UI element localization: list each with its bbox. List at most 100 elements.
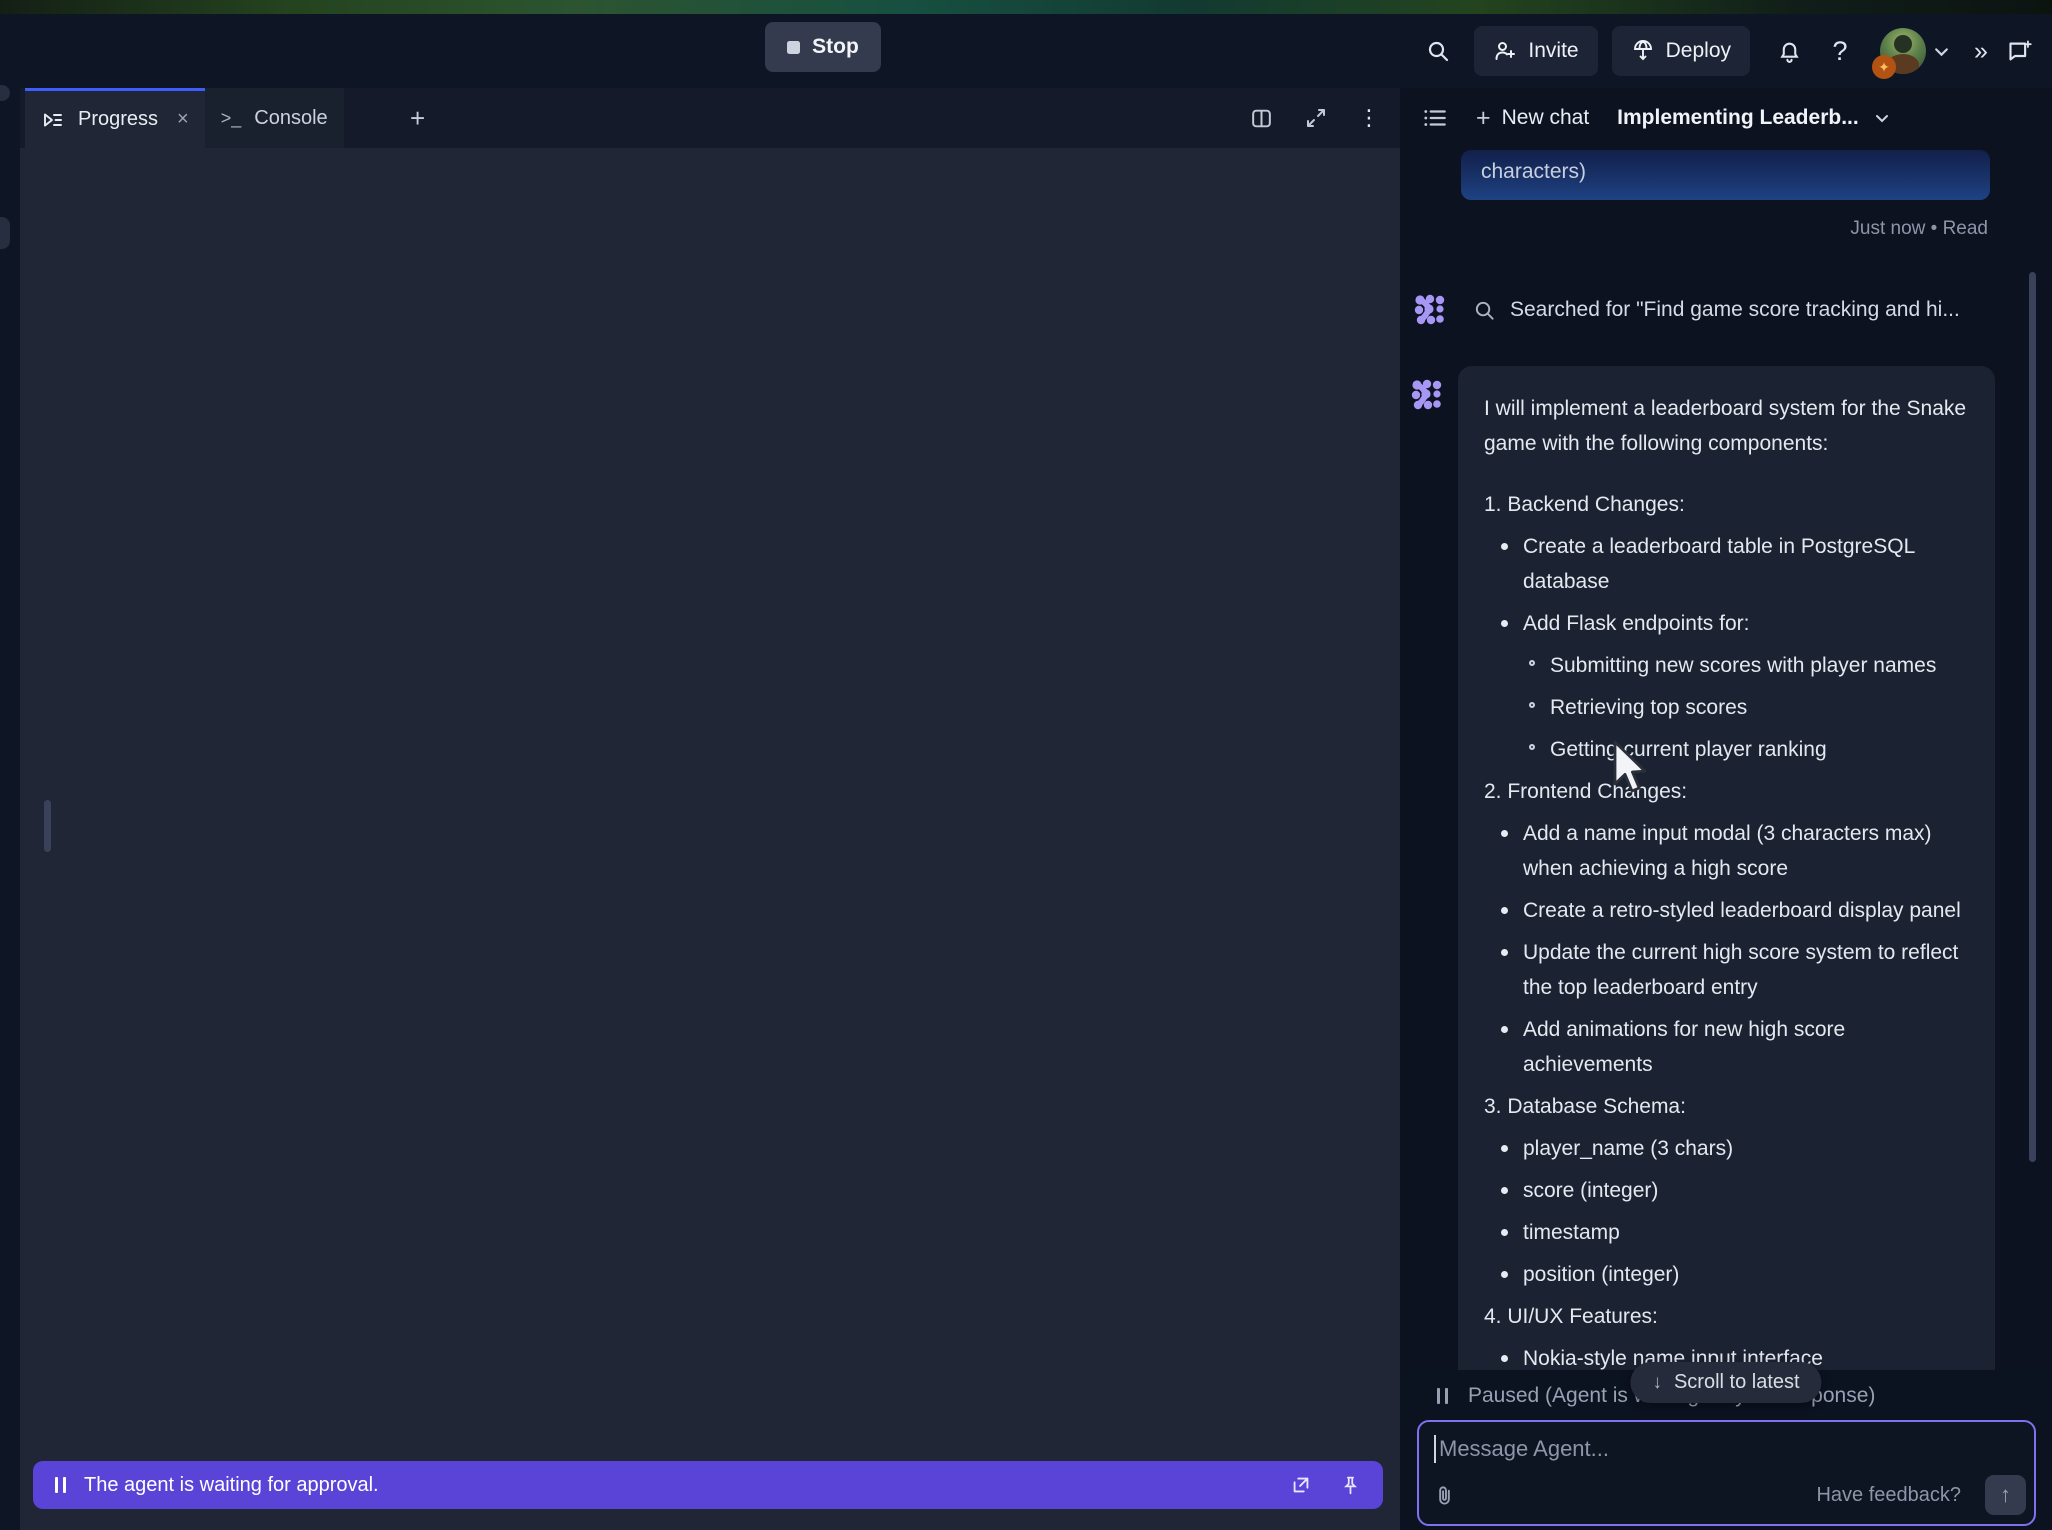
account-chevron-down-icon[interactable] — [1926, 29, 1956, 73]
tab-console-label: Console — [254, 107, 327, 130]
plus-icon: + — [1476, 104, 1491, 133]
pause-icon — [1437, 1388, 1448, 1404]
user-message-text: characters) — [1481, 160, 1586, 183]
chat-title-dropdown[interactable]: Implementing Leaderb... — [1617, 106, 1890, 130]
message-bullet: Add Flask endpoints for: — [1484, 606, 1971, 641]
deploy-label: Deploy — [1666, 39, 1731, 63]
chat-header: + New chat Implementing Leaderb... — [1400, 88, 2052, 148]
message-bullet: Create a leaderboard table in PostgreSQL… — [1484, 529, 1971, 599]
top-bar: Stop Invite — [0, 14, 2052, 88]
help-icon[interactable]: ? — [1820, 29, 1860, 73]
terminal-icon: >_ — [221, 108, 242, 129]
app-window: Stop Invite — [0, 0, 2052, 1530]
stop-label: Stop — [812, 35, 859, 59]
message-composer[interactable]: Message Agent... Have feedback? ↑ — [1417, 1420, 2036, 1526]
message-bullet: Create a retro-styled leaderboard displa… — [1484, 893, 1971, 928]
kebab-menu-icon[interactable]: ⋮ — [1358, 105, 1380, 131]
stop-button[interactable]: Stop — [765, 22, 881, 72]
deploy-button[interactable]: Deploy — [1612, 26, 1750, 76]
send-button[interactable]: ↑ — [1985, 1475, 2026, 1515]
message-list: Add a name input modal (3 characters max… — [1484, 816, 1971, 1082]
stop-icon — [787, 41, 800, 54]
collapse-panel-icon[interactable]: » — [1964, 29, 1998, 73]
chat-scrollbar-thumb[interactable] — [2029, 272, 2036, 1162]
scroll-to-latest-label: Scroll to latest — [1674, 1371, 1800, 1394]
progress-panel-body: The agent is waiting for approval. — [20, 148, 1400, 1530]
agent-message-card: I will implement a leaderboard system fo… — [1458, 366, 1995, 1370]
message-heading: 4. UI/UX Features: — [1484, 1299, 1971, 1334]
open-in-pane-icon[interactable] — [1290, 1474, 1312, 1496]
tab-progress-label: Progress — [78, 108, 158, 131]
progress-icon — [41, 108, 65, 132]
composer-placeholder: Message Agent... — [1439, 1436, 1609, 1462]
workspace-panel: Progress × >_ Console + ⋮ — [20, 88, 1400, 1530]
agent-message-row: I will implement a leaderboard system fo… — [1410, 366, 1995, 1370]
chevron-down-icon — [1874, 110, 1890, 126]
notifications-bell-icon[interactable] — [1766, 28, 1812, 74]
tab-strip: Progress × >_ Console + ⋮ — [20, 88, 1400, 148]
composer-input[interactable]: Message Agent... — [1419, 1422, 2034, 1463]
workspace-top-glow — [0, 0, 2052, 14]
agent-logo — [1410, 378, 1444, 412]
panel-resize-handle-left[interactable] — [44, 800, 51, 852]
tab-progress[interactable]: Progress × — [25, 88, 205, 148]
message-bullet: Update the current high score system to … — [1484, 935, 1971, 1005]
search-action-text: Searched for "Find game score tracking a… — [1510, 298, 1960, 322]
message-sub-bullet: Getting current player ranking — [1512, 732, 1971, 767]
composer-toolbar: Have feedback? ↑ — [1419, 1472, 2034, 1524]
chat-scroll-area: characters) Just now • Read — [1400, 148, 2052, 1370]
message-heading: 3. Database Schema: — [1484, 1089, 1971, 1124]
approval-status-bar: The agent is waiting for approval. — [33, 1461, 1383, 1509]
invite-button[interactable]: Invite — [1474, 26, 1597, 76]
message-bullet: Add a name input modal (3 characters max… — [1484, 816, 1971, 886]
attachment-paperclip-icon[interactable] — [1433, 1484, 1456, 1507]
message-heading: 1. Backend Changes: — [1484, 487, 1971, 522]
message-list: Create a leaderboard table in PostgreSQL… — [1484, 529, 1971, 767]
chat-title: Implementing Leaderb... — [1617, 106, 1859, 130]
down-arrow-icon: ↓ — [1652, 1372, 1662, 1394]
avatar[interactable]: ✦ — [1880, 28, 1926, 74]
message-list: player_name (3 chars) score (integer) time… — [1484, 1131, 1971, 1292]
approval-text: The agent is waiting for approval. — [84, 1474, 379, 1497]
search-small-icon — [1473, 299, 1496, 322]
new-comment-icon[interactable] — [1998, 29, 2040, 73]
chat-list-icon[interactable] — [1422, 105, 1448, 131]
expand-icon[interactable] — [1304, 106, 1328, 130]
invite-label: Invite — [1528, 39, 1578, 63]
rail-handle-top[interactable] — [0, 85, 10, 101]
up-arrow-icon: ↑ — [2000, 1482, 2011, 1508]
message-paragraph: I will implement a leaderboard system fo… — [1484, 391, 1971, 461]
new-tab-button[interactable]: + — [388, 88, 448, 148]
agent-chat-panel: + New chat Implementing Leaderb... chara… — [1400, 88, 2052, 1530]
have-feedback-link[interactable]: Have feedback? — [1816, 1484, 1961, 1507]
deploy-icon — [1631, 39, 1655, 63]
pin-icon[interactable] — [1340, 1475, 1361, 1496]
message-sub-bullet: Submitting new scores with player names — [1512, 648, 1971, 683]
text-caret — [1434, 1435, 1436, 1463]
new-chat-button[interactable]: + New chat — [1476, 104, 1589, 133]
message-bullet: timestamp — [1484, 1215, 1971, 1250]
message-meta: Just now • Read — [1850, 218, 1988, 240]
message-bullet: position (integer) — [1484, 1257, 1971, 1292]
search-icon[interactable] — [1416, 29, 1460, 73]
avatar-sparkle-badge: ✦ — [1872, 55, 1896, 79]
tab-console[interactable]: >_ Console — [205, 88, 344, 148]
panel-actions: ⋮ — [1249, 88, 1380, 148]
left-rail — [0, 88, 20, 1530]
user-message-bubble: characters) — [1461, 150, 1990, 200]
pause-icon — [55, 1477, 66, 1493]
agent-search-action[interactable]: Searched for "Find game score tracking a… — [1413, 293, 1960, 327]
agent-message-body: I will implement a leaderboard system fo… — [1484, 391, 1971, 1370]
invite-icon — [1493, 39, 1517, 63]
rail-handle[interactable] — [0, 217, 10, 249]
message-bullet: player_name (3 chars) — [1484, 1131, 1971, 1166]
new-chat-label: New chat — [1502, 106, 1590, 130]
tab-close-icon[interactable]: × — [177, 108, 189, 131]
split-view-icon[interactable] — [1249, 106, 1274, 131]
message-sub-bullet: Retrieving top scores — [1512, 690, 1971, 725]
agent-logo — [1413, 293, 1447, 327]
message-heading: 2. Frontend Changes: — [1484, 774, 1971, 809]
message-bullet: Add animations for new high score achiev… — [1484, 1012, 1971, 1082]
scroll-to-latest-button[interactable]: ↓ Scroll to latest — [1630, 1362, 1821, 1403]
message-bullet: score (integer) — [1484, 1173, 1971, 1208]
